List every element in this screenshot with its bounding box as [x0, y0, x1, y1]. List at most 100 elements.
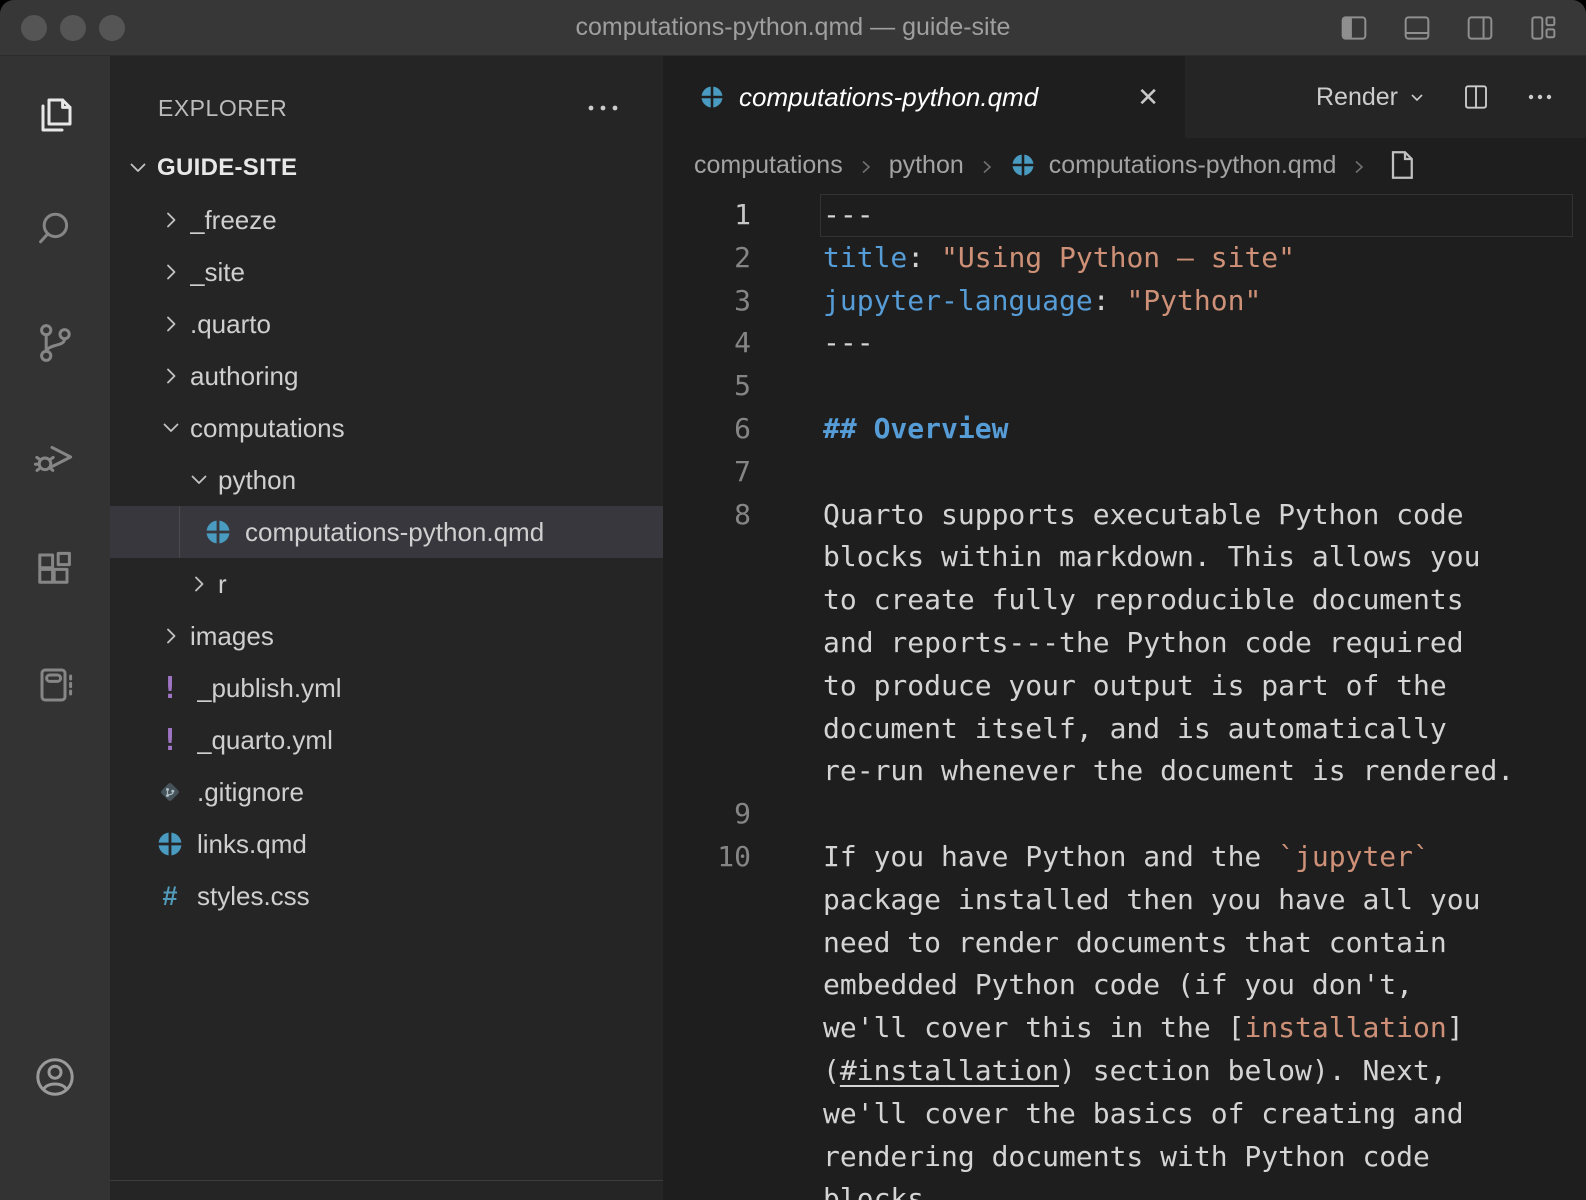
code-text: need to render documents that contain	[823, 922, 1447, 965]
line-number	[663, 708, 751, 751]
symbol-file-icon	[1384, 147, 1420, 183]
close-tab-icon[interactable]: ✕	[1137, 84, 1159, 110]
code-line-7[interactable]: 7	[663, 451, 1586, 494]
code-text: document itself, and is automatically	[823, 708, 1447, 751]
code-line-2[interactable]: 2title: "Using Python — site"	[663, 237, 1586, 280]
tree-item-label: styles.css	[197, 881, 310, 912]
minimize-window-button[interactable]	[60, 15, 86, 41]
breadcrumb-file[interactable]: computations-python.qmd	[1049, 151, 1337, 180]
titlebar: computations-python.qmd — guide-site	[0, 0, 1586, 56]
line-number: 6	[663, 408, 751, 451]
code-line-10-wrap-2[interactable]: need to render documents that contain	[663, 922, 1586, 965]
chevron-right-icon	[1349, 155, 1369, 175]
code-line-10-wrap-8[interactable]: blocks.	[663, 1178, 1586, 1200]
render-button[interactable]: Render	[1316, 83, 1428, 112]
code-line-8-wrap-5[interactable]: document itself, and is automatically	[663, 708, 1586, 751]
code-line-10-wrap-7[interactable]: rendering documents with Python code	[663, 1136, 1586, 1179]
code-line-8-wrap-1[interactable]: blocks within markdown. This allows you	[663, 536, 1586, 579]
explorer-more-actions-icon[interactable]	[583, 93, 623, 123]
tree-file--quarto-yml[interactable]: !_quarto.yml	[110, 714, 663, 766]
search-icon[interactable]	[31, 205, 79, 253]
code-line-1[interactable]: 1---	[663, 194, 1586, 237]
account-icon[interactable]	[31, 1053, 79, 1101]
toggle-secondary-sidebar-icon[interactable]	[1463, 11, 1497, 45]
tree-folder-images[interactable]: images	[110, 610, 663, 662]
toggle-primary-sidebar-icon[interactable]	[1337, 11, 1371, 45]
chevron-down-icon	[125, 155, 151, 181]
tree-file--publish-yml[interactable]: !_publish.yml	[110, 662, 663, 714]
code-text: If you have Python and the `jupyter`	[823, 836, 1430, 879]
customize-layout-icon[interactable]	[1526, 11, 1560, 45]
code-text: jupyter-language: "Python"	[823, 280, 1261, 323]
code-line-8[interactable]: 8Quarto supports executable Python code	[663, 494, 1586, 537]
code-line-8-wrap-6[interactable]: re-run whenever the document is rendered…	[663, 750, 1586, 793]
code-text: we'll cover this in the [installation]	[823, 1007, 1464, 1050]
code-line-6[interactable]: 6## Overview	[663, 408, 1586, 451]
vscode-window: computations-python.qmd — guide-site	[0, 0, 1586, 1200]
close-window-button[interactable]	[21, 15, 47, 41]
zoom-window-button[interactable]	[99, 15, 125, 41]
tree-folder-r[interactable]: r	[110, 558, 663, 610]
tree-folder-computations[interactable]: computations	[110, 402, 663, 454]
git-file-icon	[155, 777, 185, 807]
tab-computations-python[interactable]: computations-python.qmd ✕	[663, 56, 1185, 138]
line-number	[663, 536, 751, 579]
source-control-icon[interactable]	[31, 319, 79, 367]
chevron-right-icon	[158, 207, 184, 233]
code-line-5[interactable]: 5	[663, 365, 1586, 408]
breadcrumb-folder[interactable]: computations	[694, 151, 843, 180]
breadcrumb-folder[interactable]: python	[889, 151, 964, 180]
code-line-3[interactable]: 3 jupyter-language: "Python"	[663, 280, 1586, 323]
toggle-panel-icon[interactable]	[1400, 11, 1434, 45]
chevron-down-icon	[158, 415, 184, 441]
code-text: to produce your output is part of the	[823, 665, 1447, 708]
code-text: embedded Python code (if you don't,	[823, 964, 1413, 1007]
code-line-8-wrap-2[interactable]: to create fully reproducible documents	[663, 579, 1586, 622]
run-debug-icon[interactable]	[31, 433, 79, 481]
tree-folder--quarto[interactable]: .quarto	[110, 298, 663, 350]
code-line-10-wrap-3[interactable]: embedded Python code (if you don't,	[663, 964, 1586, 1007]
notebook-icon[interactable]	[31, 661, 79, 709]
line-number: 9	[663, 793, 751, 836]
split-editor-icon[interactable]	[1460, 81, 1492, 113]
tree-folder--site[interactable]: _site	[110, 246, 663, 298]
breadcrumbs: computations python computations-python.…	[663, 138, 1586, 192]
line-number	[663, 665, 751, 708]
line-number: 3	[663, 280, 751, 323]
code-line-10-wrap-6[interactable]: we'll cover the basics of creating and	[663, 1093, 1586, 1136]
tree-folder-authoring[interactable]: authoring	[110, 350, 663, 402]
tree-file--gitignore[interactable]: .gitignore	[110, 766, 663, 818]
code-text: and reports---the Python code required	[823, 622, 1464, 665]
tree-file-computations-python-qmd[interactable]: computations-python.qmd	[110, 506, 663, 558]
explorer-sidebar: EXPLORER GUIDE-SITE_freeze_site.quartoau…	[110, 56, 663, 1200]
code-editor[interactable]: 1---2title: "Using Python — site"3 jupyte…	[663, 192, 1586, 1200]
code-line-10-wrap-4[interactable]: we'll cover this in the [installation]	[663, 1007, 1586, 1050]
code-line-10[interactable]: 10If you have Python and the `jupyter`	[663, 836, 1586, 879]
outline-section[interactable]: OUTLINE	[110, 1180, 663, 1200]
tree-folder-python[interactable]: python	[110, 454, 663, 506]
code-line-10-wrap-1[interactable]: package installed then you have all you	[663, 879, 1586, 922]
tree-folder-guide-site[interactable]: GUIDE-SITE	[110, 142, 663, 194]
extensions-icon[interactable]	[31, 547, 79, 595]
tree-file-styles-css[interactable]: #styles.css	[110, 870, 663, 922]
line-number: 4	[663, 322, 751, 365]
line-number: 8	[663, 494, 751, 537]
tree-file-links-qmd[interactable]: links.qmd	[110, 818, 663, 870]
tree-folder--freeze[interactable]: _freeze	[110, 194, 663, 246]
code-text: rendering documents with Python code	[823, 1136, 1430, 1179]
chevron-right-icon	[158, 623, 184, 649]
code-line-8-wrap-4[interactable]: to produce your output is part of the	[663, 665, 1586, 708]
line-number	[663, 622, 751, 665]
render-label: Render	[1316, 83, 1398, 112]
code-line-4[interactable]: 4---	[663, 322, 1586, 365]
line-number	[663, 1050, 751, 1093]
code-line-8-wrap-3[interactable]: and reports---the Python code required	[663, 622, 1586, 665]
chevron-right-icon	[158, 363, 184, 389]
editor-more-actions-icon[interactable]	[1524, 81, 1556, 113]
tree-item-label: authoring	[190, 361, 298, 392]
chevron-right-icon	[158, 311, 184, 337]
code-line-9[interactable]: 9	[663, 793, 1586, 836]
tree-item-label: images	[190, 621, 274, 652]
code-line-10-wrap-5[interactable]: (#installation) section below). Next,	[663, 1050, 1586, 1093]
files-icon[interactable]	[31, 91, 79, 139]
